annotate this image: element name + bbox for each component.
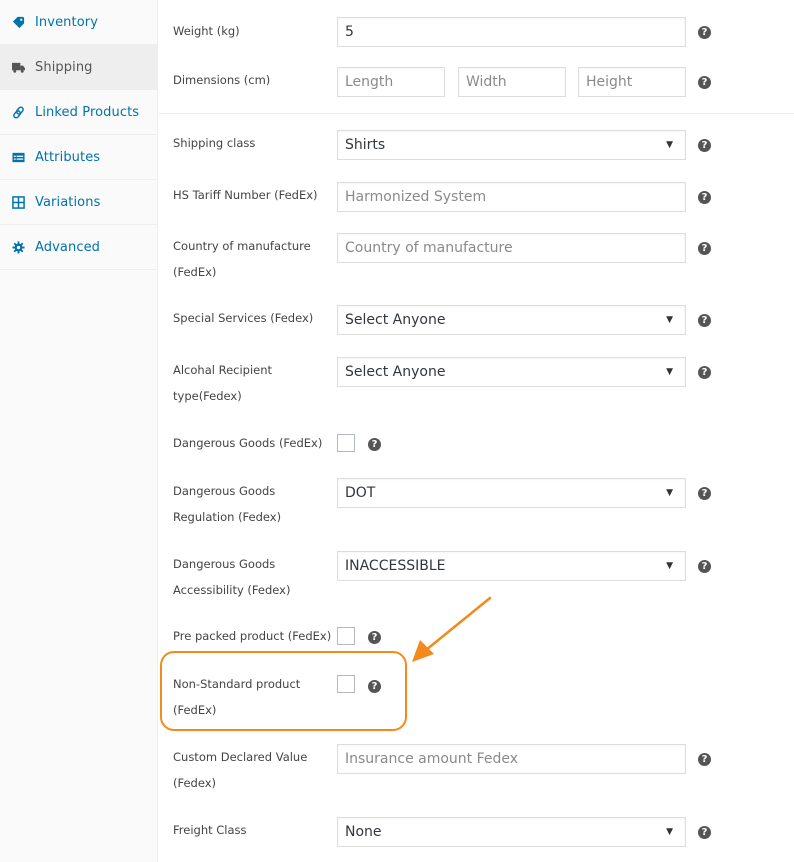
pre-packed-checkbox[interactable] [337, 627, 355, 645]
tag-icon [11, 15, 25, 29]
country-input[interactable]: Country of manufacture [337, 233, 686, 263]
help-icon[interactable]: ? [698, 487, 711, 500]
help-icon[interactable]: ? [368, 438, 381, 451]
sidebar-item-advanced[interactable]: Advanced [0, 225, 157, 270]
help-icon[interactable]: ? [698, 191, 711, 204]
shipping-class-select[interactable]: Shirts ▼ [337, 130, 686, 160]
section-divider [159, 113, 794, 114]
help-icon[interactable]: ? [698, 242, 711, 255]
special-services-select[interactable]: Select Anyone ▼ [337, 305, 686, 335]
link-icon [11, 105, 25, 119]
selected-value: DOT [345, 485, 376, 501]
country-label-line1: Country of manufacture [173, 239, 311, 253]
grid-icon [11, 195, 25, 209]
chevron-down-icon: ▼ [666, 827, 673, 837]
hs-tariff-input[interactable]: Harmonized System [337, 182, 686, 212]
sidebar-item-variations[interactable]: Variations [0, 180, 157, 225]
dg-regulation-label-line2: Regulation (Fedex) [173, 510, 282, 524]
help-icon[interactable]: ? [698, 366, 711, 379]
special-services-label: Special Services (Fedex) [173, 311, 314, 325]
chevron-down-icon: ▼ [666, 140, 673, 150]
selected-value: INACCESSIBLE [345, 558, 446, 574]
chevron-down-icon: ▼ [666, 561, 673, 571]
length-input[interactable]: Length [337, 67, 445, 97]
help-icon[interactable]: ? [698, 139, 711, 152]
declared-value-label-line1: Custom Declared Value [173, 750, 308, 764]
shipping-panel: Weight (kg) 5 ? Dimensions (cm) Length W… [159, 0, 794, 862]
sidebar-item-linked-products[interactable]: Linked Products [0, 90, 157, 135]
freight-class-select[interactable]: None ▼ [337, 817, 686, 847]
list-card-icon [11, 150, 25, 164]
dimensions-label: Dimensions (cm) [173, 73, 271, 87]
sidebar-item-label: Shipping [35, 59, 93, 75]
help-icon[interactable]: ? [698, 76, 711, 89]
alcohol-label-line1: Alcohal Recipient [173, 363, 273, 377]
width-input[interactable]: Width [458, 67, 566, 97]
annotation-arrow-icon [412, 596, 492, 662]
dg-regulation-label-line1: Dangerous Goods [173, 484, 276, 498]
chevron-down-icon: ▼ [666, 315, 673, 325]
selected-value: Select Anyone [345, 364, 446, 380]
declared-value-input[interactable]: Insurance amount Fedex [337, 744, 686, 774]
country-label-line2: (FedEx) [173, 265, 217, 279]
sidebar-item-label: Advanced [35, 239, 101, 255]
help-icon[interactable]: ? [698, 314, 711, 327]
declared-value-label-line2: (Fedex) [173, 776, 217, 790]
sidebar-item-label: Inventory [35, 14, 98, 30]
sidebar-item-label: Attributes [35, 149, 101, 165]
shipping-class-label: Shipping class [173, 136, 256, 150]
sidebar-item-label: Linked Products [35, 104, 140, 120]
weight-input[interactable]: 5 [337, 17, 686, 47]
dg-accessibility-select[interactable]: INACCESSIBLE ▼ [337, 551, 686, 581]
selected-value: Shirts [345, 137, 386, 153]
sidebar-item-inventory[interactable]: Inventory [0, 0, 157, 45]
dg-accessibility-label-line2: Accessibility (Fedex) [173, 583, 291, 597]
dangerous-goods-checkbox[interactable] [337, 434, 355, 452]
height-input[interactable]: Height [578, 67, 686, 97]
help-icon[interactable]: ? [368, 631, 381, 644]
selected-value: None [345, 824, 382, 840]
help-icon[interactable]: ? [698, 753, 711, 766]
freight-class-label: Freight Class [173, 823, 247, 837]
annotation-highlight-box [160, 651, 407, 731]
dg-accessibility-label-line1: Dangerous Goods [173, 557, 276, 571]
hs-tariff-label: HS Tariff Number (FedEx) [173, 188, 318, 202]
help-icon[interactable]: ? [698, 826, 711, 839]
alcohol-label-line2: type(Fedex) [173, 389, 242, 403]
product-data-tabs: Inventory Shipping Linked Products Attri… [0, 0, 158, 862]
chevron-down-icon: ▼ [666, 488, 673, 498]
alcohol-select[interactable]: Select Anyone ▼ [337, 357, 686, 387]
help-icon[interactable]: ? [698, 560, 711, 573]
sidebar-item-attributes[interactable]: Attributes [0, 135, 157, 180]
weight-label: Weight (kg) [173, 24, 240, 38]
chevron-down-icon: ▼ [666, 367, 673, 377]
truck-icon [11, 60, 25, 74]
pre-packed-label: Pre packed product (FedEx) [173, 629, 332, 643]
selected-value: Select Anyone [345, 312, 446, 328]
sidebar-item-label: Variations [35, 194, 101, 210]
sidebar-item-shipping[interactable]: Shipping [0, 45, 157, 90]
dangerous-goods-label: Dangerous Goods (FedEx) [173, 436, 323, 450]
dg-regulation-select[interactable]: DOT ▼ [337, 478, 686, 508]
help-icon[interactable]: ? [698, 26, 711, 39]
gear-icon [11, 240, 25, 254]
